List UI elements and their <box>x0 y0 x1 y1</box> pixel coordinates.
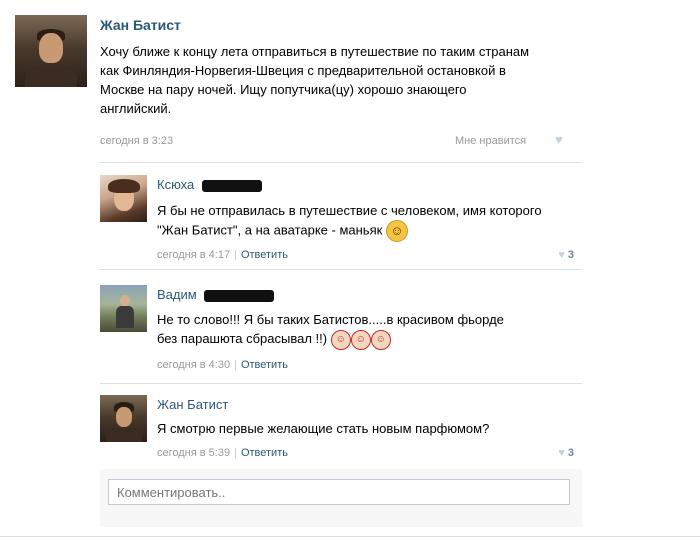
censor-bar <box>204 290 274 302</box>
like-count: 3 <box>567 249 574 261</box>
comment-timestamp[interactable]: сегодня в 5:39 <box>157 447 230 459</box>
comment-text: Я смотрю первые желающие стать новым пар… <box>157 421 490 436</box>
comment-input[interactable]: Комментировать.. <box>108 479 570 505</box>
heart-icon[interactable]: ♥ <box>555 133 569 146</box>
avatar-body <box>25 65 77 87</box>
like-count: 3 <box>567 447 574 459</box>
avatar-body <box>116 306 134 328</box>
santa-emoji-icon: ☺ <box>350 329 371 350</box>
comment-timestamp[interactable]: сегодня в 4:17 <box>157 249 230 261</box>
commenter-name-link[interactable]: Ксюха <box>157 177 194 192</box>
author-avatar[interactable] <box>15 15 87 87</box>
commenter-avatar[interactable] <box>100 175 147 222</box>
post-author-link[interactable]: Жан Батист <box>100 17 181 33</box>
avatar-face <box>39 33 63 63</box>
like-button-label[interactable]: Мне нравится <box>455 135 526 147</box>
censor-bar <box>202 180 262 192</box>
comment-like-button[interactable]: ♥ 3 <box>558 447 574 459</box>
comment-meta: сегодня в 5:39 | Ответить <box>157 447 288 459</box>
comment-text: Я бы не отправилась в путешествие с чело… <box>157 201 547 242</box>
commenter-avatar[interactable] <box>100 285 147 332</box>
avatar-body <box>106 428 142 442</box>
comment-item: Ксюха Я бы не отправилась в путешествие … <box>100 163 582 270</box>
commenter-avatar[interactable] <box>100 395 147 442</box>
commenter-name-link[interactable]: Жан Батист <box>157 397 228 412</box>
santa-emoji-icon: ☺ <box>370 329 391 350</box>
avatar-hair <box>108 179 140 193</box>
comment-like-button[interactable]: ♥ 3 <box>558 249 574 261</box>
grinning-emoji-icon: ☺ <box>385 220 408 242</box>
post-text: Хочу ближе к концу лета отправиться в пу… <box>100 44 530 116</box>
reply-link[interactable]: Ответить <box>241 359 288 371</box>
wall-post: Жан Батист Хочу ближе к концу лета отпра… <box>0 0 700 540</box>
comment-text: Не то слово!!! Я бы таких Батистов.....в… <box>157 310 517 350</box>
comment-meta: сегодня в 4:17 | Ответить <box>157 249 288 261</box>
comment-timestamp[interactable]: сегодня в 4:30 <box>157 359 230 371</box>
post-timestamp[interactable]: сегодня в 3:23 <box>100 135 173 147</box>
avatar-face <box>116 407 132 427</box>
comment-item: Вадим Не то слово!!! Я бы таких Батистов… <box>100 269 582 384</box>
comments-section: Ксюха Я бы не отправилась в путешествие … <box>100 162 582 527</box>
comment-form: Комментировать.. <box>100 469 582 527</box>
santa-emoji-icon: ☺ <box>330 329 351 350</box>
meta-separator: | <box>234 359 237 371</box>
commenter-name-link[interactable]: Вадим <box>157 287 197 302</box>
heart-icon: ♥ <box>558 447 565 459</box>
divider <box>0 536 700 537</box>
comment-item: Жан Батист Я смотрю первые желающие стат… <box>100 383 582 469</box>
comment-meta: сегодня в 4:30 | Ответить <box>157 359 288 371</box>
meta-separator: | <box>234 249 237 261</box>
reply-link[interactable]: Ответить <box>241 447 288 459</box>
meta-separator: | <box>234 447 237 459</box>
comment-text-content: Я бы не отправилась в путешествие с чело… <box>157 203 542 238</box>
reply-link[interactable]: Ответить <box>241 249 288 261</box>
heart-icon: ♥ <box>558 249 565 261</box>
